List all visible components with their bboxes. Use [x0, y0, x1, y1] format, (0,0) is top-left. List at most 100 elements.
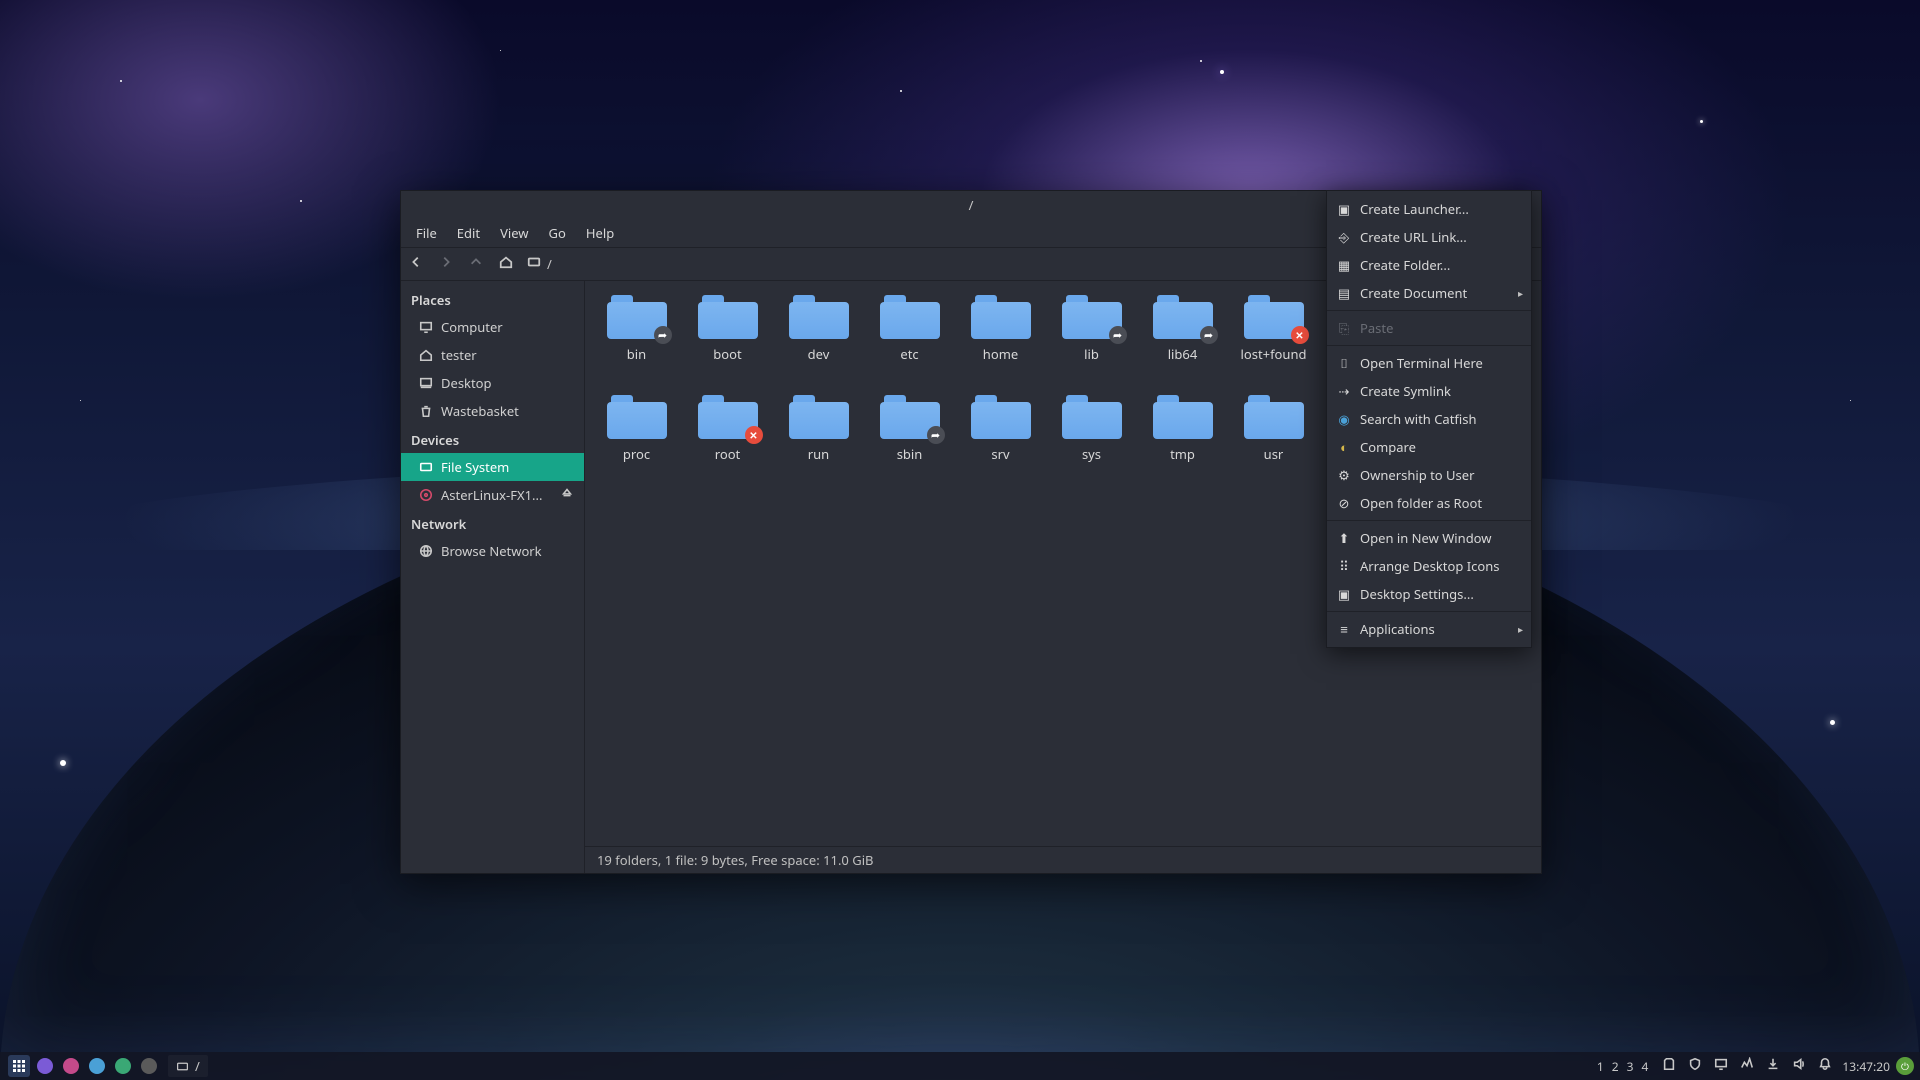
- folder-label: boot: [713, 345, 741, 363]
- menu-item-label: Applications: [1360, 620, 1435, 638]
- folder-lib[interactable]: lib: [1046, 295, 1137, 395]
- workspace-2[interactable]: 2: [1612, 1058, 1619, 1075]
- eject-icon[interactable]: [560, 486, 574, 504]
- display-icon[interactable]: [1714, 1057, 1728, 1075]
- path-text: /: [547, 255, 552, 273]
- menu-compare[interactable]: ◐Compare: [1327, 433, 1531, 461]
- folder-label: lib64: [1168, 345, 1198, 363]
- folder-run[interactable]: run: [773, 395, 864, 495]
- menu-desktop-settings[interactable]: ▣Desktop Settings...: [1327, 580, 1531, 608]
- sidebar-header-devices: Devices: [401, 425, 584, 453]
- home-icon[interactable]: [499, 255, 513, 273]
- star-decoration: [500, 50, 501, 51]
- folder-bin[interactable]: bin: [591, 295, 682, 395]
- star-decoration: [1200, 60, 1202, 62]
- menu-open-terminal-here[interactable]: ⌷Open Terminal Here: [1327, 349, 1531, 377]
- sidebar-item-file-system[interactable]: File System: [401, 453, 584, 481]
- network-icon[interactable]: [1740, 1057, 1754, 1075]
- menu-create-symlink[interactable]: ⇢Create Symlink: [1327, 377, 1531, 405]
- menu-create-url-link[interactable]: ⎆Create URL Link...: [1327, 223, 1531, 251]
- menu-open-in-new-window[interactable]: ⬆ Open in New Window: [1327, 524, 1531, 552]
- sidebar-item-label: AsterLinux-FX1...: [441, 486, 542, 504]
- notifications-icon[interactable]: [1818, 1057, 1832, 1075]
- menu-create-document[interactable]: ▤Create Document: [1327, 279, 1531, 307]
- menu-arrange-desktop-icons[interactable]: ⠿Arrange Desktop Icons: [1327, 552, 1531, 580]
- menu-ownership-to-user[interactable]: ⚙Ownership to User: [1327, 461, 1531, 489]
- sidebar-item-label: File System: [441, 458, 509, 476]
- menu-create-launcher[interactable]: ▣Create Launcher...: [1327, 195, 1531, 223]
- workspace-3[interactable]: 3: [1627, 1058, 1634, 1075]
- folder-tmp[interactable]: tmp: [1137, 395, 1228, 495]
- launcher-icon-5[interactable]: [138, 1055, 160, 1077]
- folder-proc[interactable]: proc: [591, 395, 682, 495]
- folder-root[interactable]: root: [682, 395, 773, 495]
- sidebar-item-browse-network[interactable]: Browse Network: [401, 537, 584, 565]
- menu-item-label: Create Folder...: [1360, 256, 1450, 274]
- taskbar-panel: / 1 2 3 4 13:47:20 ⏻: [0, 1052, 1920, 1080]
- menu-go[interactable]: Go: [540, 220, 575, 246]
- menu-item-label: Open in New Window: [1360, 529, 1492, 547]
- launcher-icon-3[interactable]: [86, 1055, 108, 1077]
- sidebar-item-computer[interactable]: Computer: [401, 313, 584, 341]
- symlink-badge-icon: [654, 326, 672, 344]
- root-icon: ⊘: [1337, 496, 1351, 510]
- menu-create-folder[interactable]: ▦Create Folder...: [1327, 251, 1531, 279]
- volume-icon[interactable]: [1792, 1057, 1806, 1075]
- folder-label: lost+found: [1241, 345, 1307, 363]
- folder-dev[interactable]: dev: [773, 295, 864, 395]
- back-icon[interactable]: [409, 255, 423, 273]
- power-icon[interactable]: ⏻: [1896, 1057, 1914, 1075]
- menu-item-label: Create URL Link...: [1360, 228, 1467, 246]
- folder-etc[interactable]: etc: [864, 295, 955, 395]
- sidebar-item-asterlinux-fx1-[interactable]: AsterLinux-FX1...: [401, 481, 584, 509]
- up-icon[interactable]: [469, 255, 483, 273]
- system-tray: [1662, 1057, 1832, 1075]
- folder-icon: [971, 295, 1031, 339]
- launcher-icon-2[interactable]: [60, 1055, 82, 1077]
- menu-item-label: Ownership to User: [1360, 466, 1474, 484]
- folder-icon: [880, 295, 940, 339]
- path-bar[interactable]: /: [527, 255, 552, 273]
- task-file-manager[interactable]: /: [168, 1055, 208, 1077]
- menu-edit[interactable]: Edit: [448, 220, 489, 246]
- menu-open-folder-as-root[interactable]: ⊘Open folder as Root: [1327, 489, 1531, 517]
- shield-icon[interactable]: [1688, 1057, 1702, 1075]
- menu-separator: [1327, 611, 1531, 612]
- workspace-4[interactable]: 4: [1642, 1058, 1649, 1075]
- launcher-icon-1[interactable]: [34, 1055, 56, 1077]
- updates-icon[interactable]: [1766, 1057, 1780, 1075]
- menu-file[interactable]: File: [407, 220, 446, 246]
- folder-usr[interactable]: usr: [1228, 395, 1319, 495]
- folder-label: root: [715, 445, 741, 463]
- newwin-icon: ⬆: [1337, 531, 1351, 545]
- folder-lostfound[interactable]: lost+found: [1228, 295, 1319, 395]
- forward-icon[interactable]: [439, 255, 453, 273]
- folder-sys[interactable]: sys: [1046, 395, 1137, 495]
- workspace-1[interactable]: 1: [1597, 1058, 1604, 1075]
- task-label: /: [195, 1057, 200, 1075]
- sidebar-item-desktop[interactable]: Desktop: [401, 369, 584, 397]
- sidebar-item-wastebasket[interactable]: Wastebasket: [401, 397, 584, 425]
- folder-label: sys: [1082, 445, 1101, 463]
- menu-view[interactable]: View: [491, 220, 537, 246]
- launcher-icon-4[interactable]: [112, 1055, 134, 1077]
- star-decoration: [1220, 70, 1224, 74]
- sidebar-item-tester[interactable]: tester: [401, 341, 584, 369]
- clock[interactable]: 13:47:20: [1842, 1058, 1890, 1075]
- apps-icon: ≡: [1337, 622, 1351, 636]
- folder-label: usr: [1264, 445, 1284, 463]
- menu-help[interactable]: Help: [577, 220, 623, 246]
- menu-item-label: Open Terminal Here: [1360, 354, 1483, 372]
- error-badge-icon: [745, 426, 763, 444]
- sidebar-header-places: Places: [401, 285, 584, 313]
- sidebar-item-label: Wastebasket: [441, 402, 519, 420]
- folder-lib64[interactable]: lib64: [1137, 295, 1228, 395]
- folder-home[interactable]: home: [955, 295, 1046, 395]
- folder-srv[interactable]: srv: [955, 395, 1046, 495]
- menu-search-with-catfish[interactable]: ◉Search with Catfish: [1327, 405, 1531, 433]
- menu-applications[interactable]: ≡ Applications: [1327, 615, 1531, 643]
- clipboard-icon[interactable]: [1662, 1057, 1676, 1075]
- app-menu-icon[interactable]: [8, 1055, 30, 1077]
- folder-sbin[interactable]: sbin: [864, 395, 955, 495]
- folder-boot[interactable]: boot: [682, 295, 773, 395]
